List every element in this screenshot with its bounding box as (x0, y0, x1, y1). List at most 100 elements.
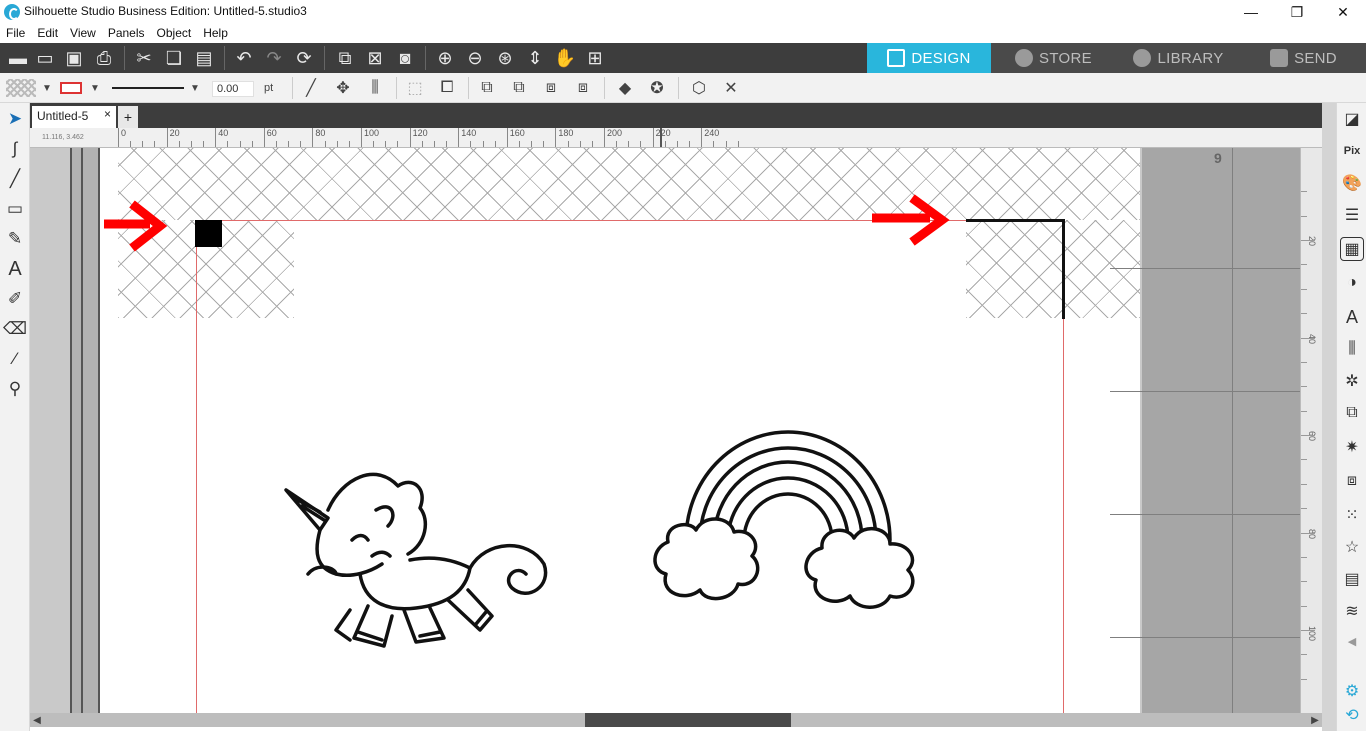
tab-send[interactable]: SEND (1241, 43, 1366, 73)
line-color-dropdown-icon[interactable]: ▼ (84, 78, 106, 98)
menu-help[interactable]: Help (197, 24, 234, 43)
line-width-input[interactable]: 0.00 (212, 81, 254, 97)
text-style-icon[interactable]: A (1340, 305, 1364, 329)
design-canvas[interactable]: 9 20 40 60 80 100 (30, 148, 1322, 713)
menu-view[interactable]: View (64, 24, 102, 43)
ruler-minor-tick (616, 141, 618, 147)
align-icon[interactable]: ⫼ (1340, 337, 1364, 361)
line-tool-icon[interactable]: ╱ (3, 167, 27, 191)
new-tab-button[interactable]: + (118, 106, 138, 128)
select-all-icon[interactable]: ⧉ (333, 47, 357, 69)
ruler-minor-tick (676, 141, 678, 147)
group-icon[interactable]: ⬚ (404, 78, 426, 98)
new-document-icon[interactable]: ▬ (6, 47, 30, 69)
bring-to-front-icon[interactable]: ⧉ (476, 78, 498, 98)
menu-panels[interactable]: Panels (102, 24, 151, 43)
deselect-icon[interactable]: ⊠ (363, 47, 387, 69)
star-icon[interactable]: ☆ (1340, 535, 1364, 559)
redraw-icon[interactable]: ⟳ (292, 47, 316, 69)
zoom-selected-icon[interactable]: ⊛ (493, 47, 517, 69)
trace-icon[interactable]: ⧈ (1340, 469, 1364, 493)
line-style-dropdown-icon[interactable]: ▼ (184, 78, 206, 98)
menu-object[interactable]: Object (151, 24, 198, 43)
tab-design[interactable]: DESIGN (867, 43, 991, 73)
line-style-preview[interactable] (112, 87, 184, 89)
offset-icon[interactable]: ✷ (1340, 435, 1364, 459)
document-tab-close-icon[interactable]: × (104, 107, 111, 121)
rainbow-image[interactable] (650, 424, 920, 624)
close-icon[interactable]: ✕ (720, 78, 742, 98)
ruler-label: 80 (1307, 528, 1317, 539)
fill-color-icon[interactable]: 🎨 (1340, 171, 1364, 195)
scroll-left-arrow-icon[interactable]: ◀ (30, 713, 44, 727)
paste-icon[interactable]: ▤ (192, 47, 216, 69)
align-icon[interactable]: ⫼ (364, 78, 386, 98)
tab-store[interactable]: STORE (991, 43, 1116, 73)
pointer-icon[interactable]: ➤ (3, 107, 27, 131)
eraser-icon[interactable]: ⌫ (3, 317, 27, 341)
menu-file[interactable]: File (0, 24, 31, 43)
ruler-minor-tick (397, 141, 399, 147)
tab-library[interactable]: LIBRARY (1116, 43, 1241, 73)
design-store-star-icon[interactable]: ✪ (646, 78, 668, 98)
shapes-icon[interactable]: ◆ (614, 78, 636, 98)
close-window-button[interactable]: ✕ (1320, 0, 1366, 24)
restore-button[interactable]: ❐ (1274, 0, 1320, 24)
zoom-out-icon[interactable]: ⊖ (463, 47, 487, 69)
ungroup-icon[interactable]: ⧠ (436, 78, 458, 98)
redo-icon[interactable]: ↷ (262, 47, 286, 69)
edit-points-icon[interactable]: ∫ (3, 137, 27, 161)
ruler-tick (1301, 215, 1307, 217)
vertical-scrollbar[interactable] (1322, 103, 1336, 731)
horizontal-scrollbar[interactable]: ◀ ▶ (30, 713, 1322, 727)
contrast-icon[interactable]: ◑ (1340, 271, 1364, 295)
settings-gear-icon[interactable]: ⚙ (1340, 679, 1364, 703)
eyedropper-icon[interactable]: ⚲ (3, 377, 27, 401)
fit-to-page-icon[interactable]: ⊞ (583, 47, 607, 69)
fill-pattern-swatch[interactable] (6, 79, 36, 97)
page-setup-icon[interactable]: ◪ (1340, 107, 1364, 131)
scroll-right-arrow-icon[interactable]: ▶ (1308, 713, 1322, 727)
pan-hand-icon[interactable]: ✋ (553, 47, 577, 69)
collapse-arrow-icon[interactable]: ◀ (1340, 629, 1364, 653)
cut-icon[interactable]: ✂ (132, 47, 156, 69)
pixscan-icon[interactable]: Pix (1340, 139, 1364, 163)
refresh-icon[interactable]: ⟲ (1340, 703, 1364, 727)
undo-icon[interactable]: ↶ (232, 47, 256, 69)
layers-icon[interactable]: ▤ (1340, 567, 1364, 591)
ruler-minor-tick (154, 141, 156, 147)
send-backward-icon[interactable]: ⧈ (572, 78, 594, 98)
text-tool-icon[interactable]: A (3, 257, 27, 281)
select-by-color-icon[interactable]: ◙ (393, 47, 417, 69)
replicate-icon[interactable]: ⧉ (1340, 401, 1364, 425)
fill-dropdown-icon[interactable]: ▼ (36, 78, 58, 98)
zoom-in-icon[interactable]: ⊕ (433, 47, 457, 69)
3d-box-icon[interactable]: ⬡ (688, 78, 710, 98)
ruler-label: 60 (266, 128, 277, 138)
menu-edit[interactable]: Edit (31, 24, 64, 43)
minimize-button[interactable]: — (1228, 0, 1274, 24)
print-icon[interactable]: ⎙ (92, 47, 116, 69)
open-folder-icon[interactable]: ▭ (33, 47, 57, 69)
copy-icon[interactable]: ❏ (162, 47, 186, 69)
knife-icon[interactable]: ⁄ (3, 347, 27, 371)
draw-tool-icon[interactable]: ✎ (3, 227, 27, 251)
line-color-swatch[interactable] (60, 82, 82, 94)
send-to-back-icon[interactable]: ⧉ (508, 78, 530, 98)
drag-view-icon[interactable]: ⇕ (523, 47, 547, 69)
ruler-minor-tick (203, 141, 205, 147)
unicorn-image[interactable] (280, 460, 550, 660)
move-icon[interactable]: ✥ (332, 78, 354, 98)
rectangle-tool-icon[interactable]: ▭ (3, 197, 27, 221)
registration-marks-icon[interactable]: ▦ (1340, 237, 1364, 261)
save-icon[interactable]: ▣ (62, 47, 86, 69)
sketch-panel-icon[interactable]: ≋ (1340, 599, 1364, 623)
sketch-tool-icon[interactable]: ✐ (3, 287, 27, 311)
line-style-icon[interactable]: ☰ (1340, 203, 1364, 227)
line-width-unit: pt (264, 82, 274, 94)
scatter-icon[interactable]: ⁙ (1340, 503, 1364, 527)
line-icon[interactable]: ╱ (300, 78, 322, 98)
horizontal-scrollbar-thumb[interactable] (585, 713, 791, 727)
transform-icon[interactable]: ✲ (1340, 369, 1364, 393)
bring-forward-icon[interactable]: ⧈ (540, 78, 562, 98)
